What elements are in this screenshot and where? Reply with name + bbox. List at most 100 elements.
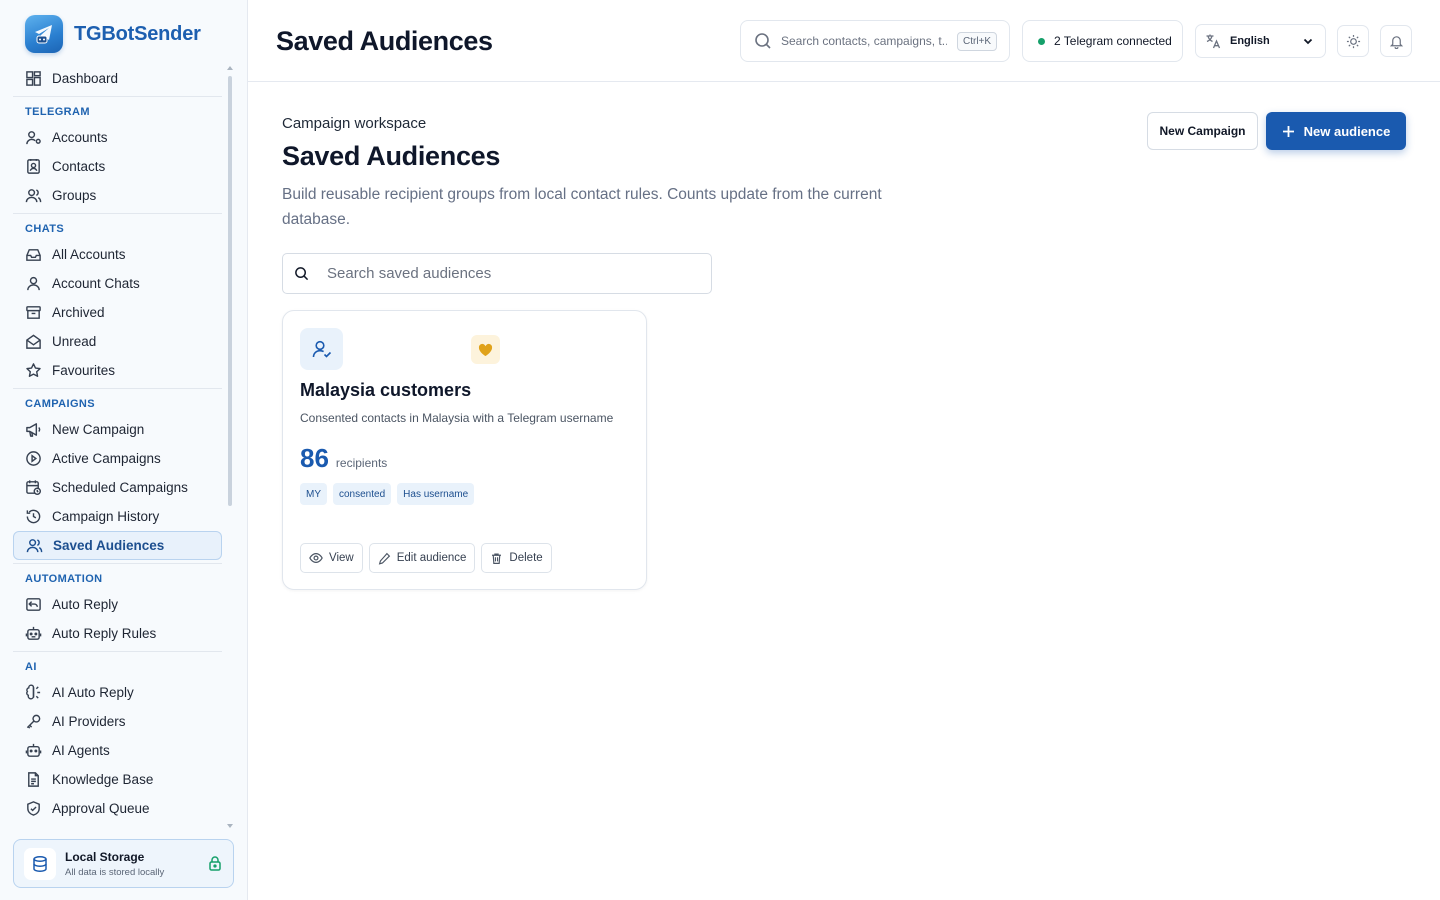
scrollbar-thumb[interactable] bbox=[228, 76, 232, 506]
delete-label: Delete bbox=[509, 552, 543, 564]
sidebar-item-accounts[interactable]: Accounts bbox=[13, 123, 222, 152]
sidebar-item-ai-agents[interactable]: AI Agents bbox=[13, 736, 222, 765]
local-storage-panel[interactable]: Local Storage All data is stored locally bbox=[13, 839, 234, 888]
key-icon bbox=[26, 714, 41, 729]
sidebar-item-label: Dashboard bbox=[52, 71, 119, 86]
section-label-chats: CHATS bbox=[25, 223, 65, 235]
sidebar-item-label: AI Agents bbox=[52, 743, 110, 758]
section-eyebrow: Campaign workspace bbox=[282, 115, 427, 132]
divider bbox=[13, 563, 222, 564]
sidebar-item-label: All Accounts bbox=[52, 247, 126, 262]
sidebar-item-label: Unread bbox=[52, 334, 97, 349]
sidebar-item-label: Groups bbox=[52, 188, 97, 203]
shield-check-icon bbox=[27, 801, 40, 816]
sidebar-item-account-chats[interactable]: Account Chats bbox=[13, 269, 222, 298]
language-select[interactable]: English bbox=[1195, 24, 1326, 58]
sidebar-item-archived[interactable]: Archived bbox=[13, 298, 222, 327]
brand[interactable]: TGBotSender bbox=[25, 15, 201, 53]
recipient-count-value: 86 bbox=[300, 443, 329, 473]
audience-card[interactable]: Malaysia customers Consented contacts in… bbox=[282, 310, 647, 590]
trash-icon bbox=[492, 552, 502, 564]
sidebar-item-new-campaign[interactable]: New Campaign bbox=[13, 415, 222, 444]
new-audience-button[interactable]: New audience bbox=[1266, 112, 1406, 150]
sidebar-item-campaign-history[interactable]: Campaign History bbox=[13, 502, 222, 531]
sidebar-nav: Dashboard TELEGRAM Accounts Contacts Gro… bbox=[13, 64, 222, 823]
new-audience-label: New audience bbox=[1303, 123, 1391, 139]
user-gear-icon bbox=[26, 131, 41, 145]
dashboard-icon bbox=[26, 71, 41, 86]
favourite-heart-icon[interactable] bbox=[471, 335, 500, 364]
section-title: Saved Audiences bbox=[282, 141, 501, 171]
sidebar-item-dashboard[interactable]: Dashboard bbox=[13, 64, 222, 93]
section-label-campaigns: CAMPAIGNS bbox=[25, 398, 96, 410]
user-check-icon bbox=[300, 328, 343, 370]
edit-audience-button[interactable]: Edit audience bbox=[368, 543, 476, 573]
sidebar-item-ai-auto-reply[interactable]: AI Auto Reply bbox=[13, 678, 222, 707]
sidebar-item-ai-providers[interactable]: AI Providers bbox=[13, 707, 222, 736]
sidebar-item-label: AI Providers bbox=[52, 714, 126, 729]
sidebar-item-label: Saved Audiences bbox=[53, 538, 165, 553]
mail-open-icon bbox=[26, 334, 41, 349]
sidebar-item-contacts[interactable]: Contacts bbox=[13, 152, 222, 181]
audience-search-input[interactable]: Search saved audiences bbox=[282, 253, 712, 294]
users-icon bbox=[25, 189, 42, 203]
sidebar-item-favourites[interactable]: Favourites bbox=[13, 356, 222, 385]
scroll-up-arrow-icon[interactable] bbox=[227, 66, 233, 70]
sidebar-item-label: Account Chats bbox=[52, 276, 140, 291]
telegram-connection-status[interactable]: 2 Telegram connected bbox=[1022, 20, 1183, 62]
storage-subtitle: All data is stored locally bbox=[65, 866, 165, 878]
scroll-down-arrow-icon[interactable] bbox=[227, 824, 233, 828]
sidebar-item-auto-reply[interactable]: Auto Reply bbox=[13, 590, 222, 619]
sidebar-item-saved-audiences[interactable]: Saved Audiences bbox=[13, 531, 222, 560]
search-icon bbox=[295, 267, 309, 281]
theme-toggle-button[interactable] bbox=[1337, 25, 1369, 57]
calendar-clock-icon bbox=[26, 480, 42, 496]
sidebar-item-label: Approval Queue bbox=[52, 801, 150, 816]
history-icon bbox=[26, 509, 41, 524]
notifications-button[interactable] bbox=[1380, 25, 1412, 57]
sidebar-scrollbar[interactable] bbox=[227, 66, 233, 828]
search-placeholder: Search contacts, campaigns, t... bbox=[781, 34, 947, 48]
sidebar: TGBotSender Dashboard TELEGRAM Accounts … bbox=[0, 0, 248, 900]
telegram-bot-logo-icon bbox=[25, 15, 63, 53]
global-search-input[interactable]: Search contacts, campaigns, t... Ctrl+K bbox=[740, 20, 1010, 62]
sidebar-item-label: Accounts bbox=[52, 130, 108, 145]
sidebar-item-unread[interactable]: Unread bbox=[13, 327, 222, 356]
edit-label: Edit audience bbox=[396, 552, 467, 564]
sidebar-item-label: Auto Reply Rules bbox=[52, 626, 157, 641]
audience-actions: View Edit audience Delete bbox=[300, 543, 552, 573]
sidebar-item-all-accounts[interactable]: All Accounts bbox=[13, 240, 222, 269]
play-circle-icon bbox=[26, 451, 41, 466]
plus-icon bbox=[1282, 125, 1294, 137]
sidebar-item-label: Campaign History bbox=[52, 509, 160, 524]
audience-search-placeholder: Search saved audiences bbox=[327, 265, 492, 282]
new-campaign-button[interactable]: New Campaign bbox=[1147, 112, 1258, 150]
sidebar-item-scheduled-campaigns[interactable]: Scheduled Campaigns bbox=[13, 473, 222, 502]
user-icon bbox=[27, 276, 40, 291]
bot-icon bbox=[25, 743, 42, 757]
delete-button[interactable]: Delete bbox=[481, 543, 552, 573]
reply-icon bbox=[26, 598, 41, 611]
sidebar-item-label: Favourites bbox=[52, 363, 116, 378]
document-icon bbox=[28, 772, 39, 787]
audience-tag: Has username bbox=[397, 483, 475, 505]
sidebar-item-active-campaigns[interactable]: Active Campaigns bbox=[13, 444, 222, 473]
brain-icon bbox=[26, 684, 41, 700]
eye-icon bbox=[309, 553, 323, 563]
sidebar-item-knowledge-base[interactable]: Knowledge Base bbox=[13, 765, 222, 794]
sidebar-item-auto-reply-rules[interactable]: Auto Reply Rules bbox=[13, 619, 222, 648]
page-title: Saved Audiences bbox=[276, 26, 493, 56]
contact-book-icon bbox=[27, 158, 40, 174]
audience-tag: MY bbox=[300, 483, 327, 505]
megaphone-icon bbox=[26, 423, 41, 437]
section-label-telegram: TELEGRAM bbox=[25, 106, 90, 118]
audience-name: Malaysia customers bbox=[300, 380, 472, 400]
sidebar-item-label: Archived bbox=[52, 305, 105, 320]
view-button[interactable]: View bbox=[300, 543, 363, 573]
sidebar-item-approval-queue[interactable]: Approval Queue bbox=[13, 794, 222, 823]
lock-icon bbox=[208, 855, 222, 876]
sidebar-item-groups[interactable]: Groups bbox=[13, 181, 222, 210]
divider bbox=[13, 96, 222, 97]
section-label-automation: AUTOMATION bbox=[25, 573, 103, 585]
archive-icon bbox=[26, 306, 41, 319]
